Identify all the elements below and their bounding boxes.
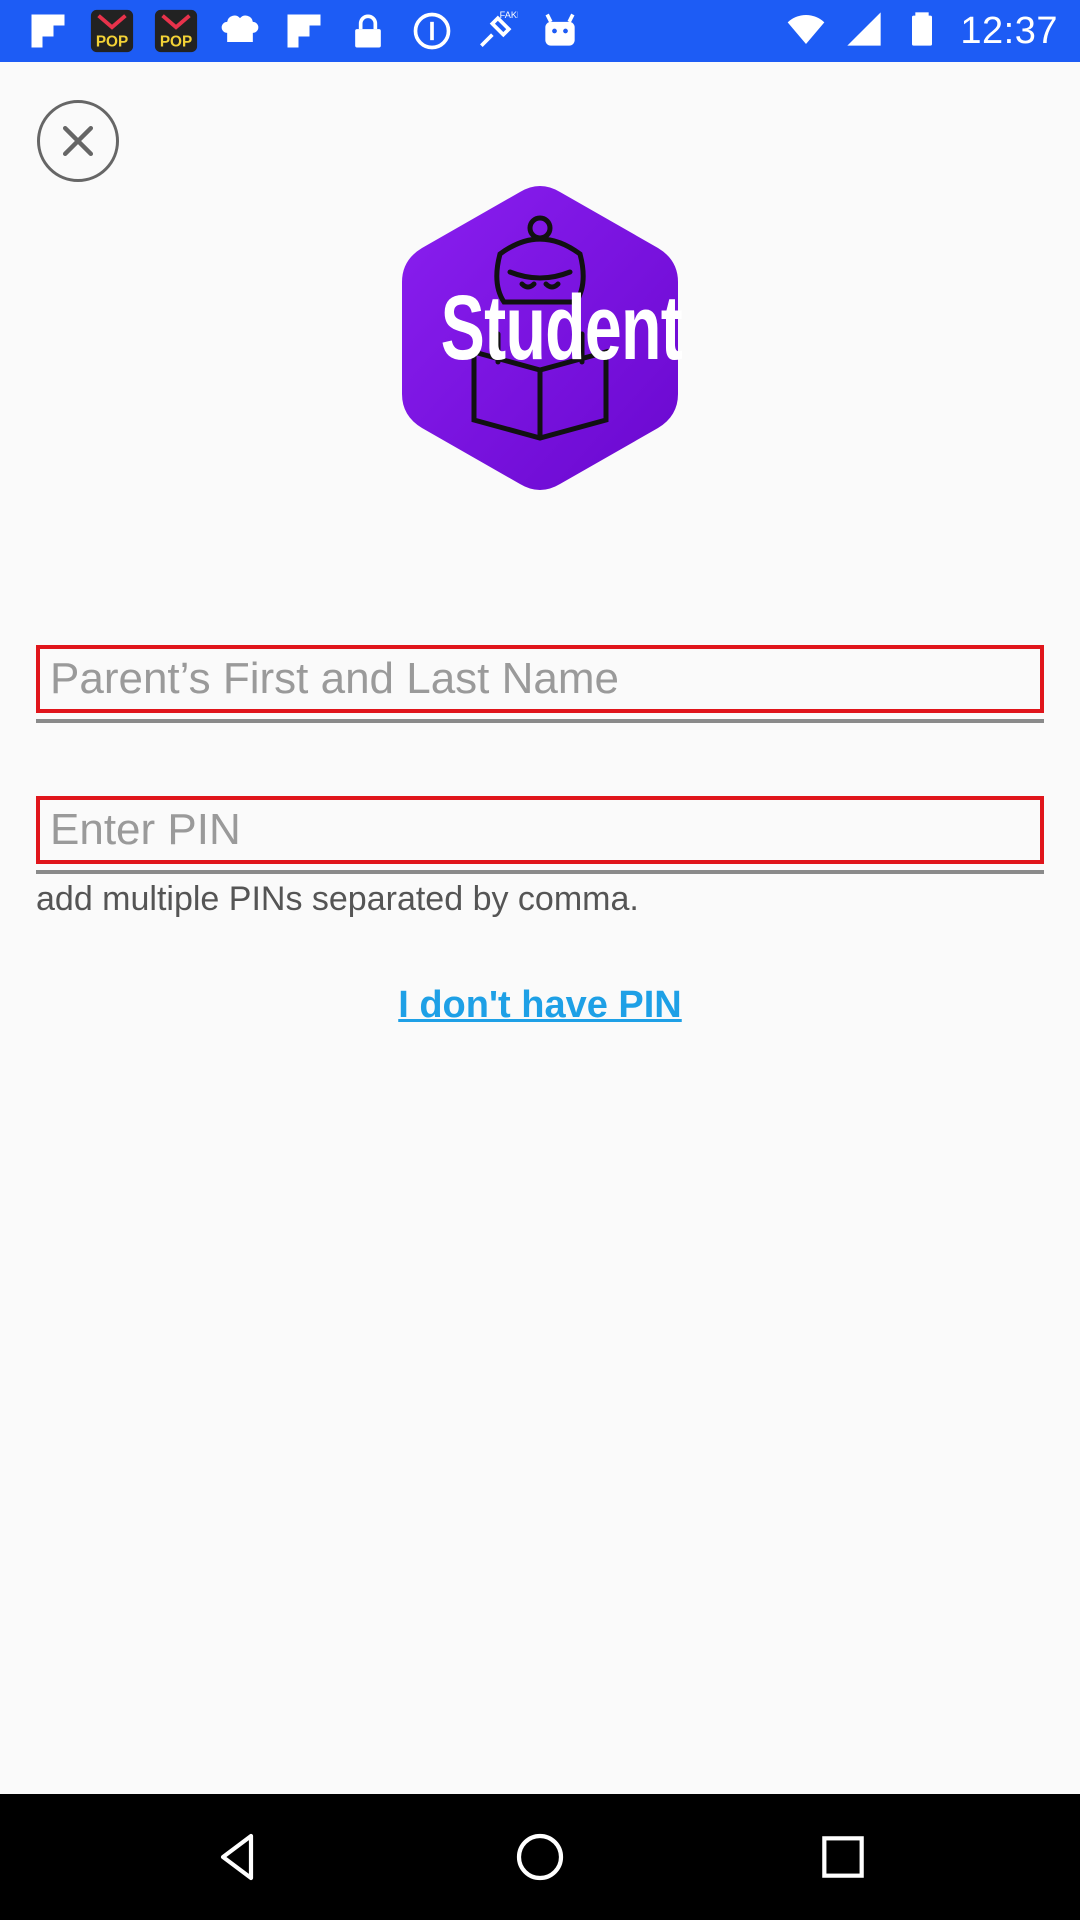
status-bar: POP POP FAKE <box>0 0 1080 62</box>
svg-text:POP: POP <box>160 33 192 50</box>
lock-icon <box>344 7 392 55</box>
svg-text:POP: POP <box>96 33 128 50</box>
parent-name-input[interactable] <box>50 649 1030 709</box>
pop-app-icon: POP <box>152 7 200 55</box>
pin-field[interactable] <box>36 796 1044 874</box>
wifi-icon <box>786 9 826 54</box>
svg-text:FAKE: FAKE <box>500 10 518 20</box>
back-button[interactable] <box>202 1822 272 1892</box>
battery-icon <box>902 9 942 54</box>
home-icon <box>516 1833 564 1881</box>
system-status: 12:37 <box>786 6 1058 56</box>
recents-button[interactable] <box>808 1822 878 1892</box>
navigation-bar <box>0 1794 1080 1920</box>
student-logo: Student <box>402 184 683 492</box>
login-screen: POP POP FAKE <box>0 0 1080 1920</box>
clock: 12:37 <box>960 9 1058 52</box>
info-circle-icon <box>408 7 456 55</box>
pin-hint: add multiple PINs separated by comma. <box>36 880 639 918</box>
cloud-chat-icon <box>216 7 264 55</box>
fake-gps-icon: FAKE <box>472 7 520 55</box>
close-icon <box>62 125 94 157</box>
back-icon <box>220 1833 254 1881</box>
no-pin-link[interactable]: I don't have PIN <box>0 984 1080 1027</box>
parent-name-field[interactable] <box>36 645 1044 723</box>
signal-icon <box>844 9 884 54</box>
notification-icons: POP POP FAKE <box>24 6 584 56</box>
close-button[interactable] <box>37 100 119 182</box>
pop-app-icon: POP <box>88 7 136 55</box>
home-button[interactable] <box>505 1822 575 1892</box>
logo-text: Student <box>440 277 683 379</box>
flipboard-icon <box>280 7 328 55</box>
recents-icon <box>822 1836 864 1878</box>
android-icon <box>536 7 584 55</box>
pin-input[interactable] <box>50 800 1030 860</box>
flipboard-icon <box>24 7 72 55</box>
